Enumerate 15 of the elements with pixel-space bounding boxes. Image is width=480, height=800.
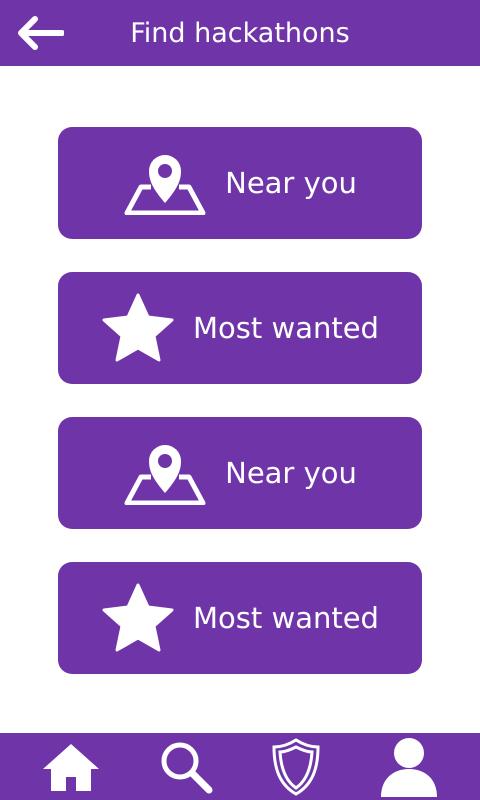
nav-button[interactable] [159,740,213,794]
shield-icon [271,736,321,796]
page-title: Find hackathons [130,18,350,48]
nav-button[interactable] [271,736,321,796]
option-button[interactable]: Most wanted [58,272,422,384]
person-icon [379,736,439,796]
option-button[interactable]: Most wanted [58,562,422,674]
star-icon [101,583,176,653]
back-button[interactable] [16,16,64,50]
search-icon [159,740,213,794]
option-button[interactable]: Near you [58,127,422,239]
nav-button[interactable] [379,736,439,796]
back-arrow-icon [16,16,64,50]
star-icon [101,293,176,363]
option-button[interactable]: Near you [58,417,422,529]
